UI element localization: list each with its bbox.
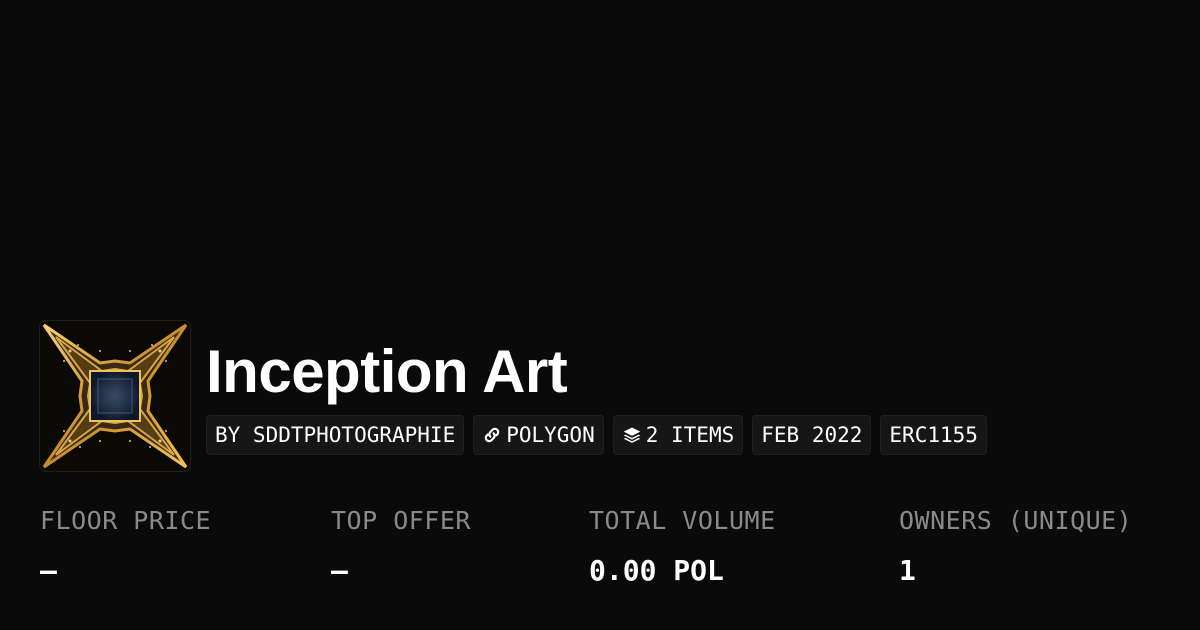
floor-price-value: – [40,554,57,587]
creator-tag[interactable]: BY SDDTPHOTOGRAPHIE [206,415,465,455]
owners-label: OWNERS (UNIQUE) [899,506,1133,535]
chain-tag[interactable]: POLYGON [473,415,604,455]
creator-label: BY SDDTPHOTOGRAPHIE [215,423,456,447]
date-tag: FEB 2022 [752,415,872,455]
stat-floor-price: FLOOR PRICE – [40,504,211,588]
collection-title: Inception Art [206,338,568,405]
total-volume-value: 0.00 POL [589,554,724,587]
collection-image-icon [40,321,190,471]
top-offer-label: TOP OFFER [331,506,471,535]
collection-tags: BY SDDTPHOTOGRAPHIE POLYGON 2 ITEMS FEB … [206,415,987,455]
top-offer-value: – [331,554,348,587]
items-label: 2 ITEMS [645,423,735,447]
owners-value: 1 [899,554,916,587]
stat-top-offer: TOP OFFER – [331,504,471,588]
stat-owners: OWNERS (UNIQUE) 1 [899,504,1132,588]
link-icon [482,425,502,445]
items-tag[interactable]: 2 ITEMS [612,415,744,455]
standard-tag: ERC1155 [880,415,987,455]
layers-icon [622,425,642,445]
total-volume-label: TOTAL VOLUME [589,506,776,535]
collection-avatar [40,321,190,471]
chain-label: POLYGON [506,423,595,447]
floor-price-label: FLOOR PRICE [40,506,212,535]
standard-label: ERC1155 [889,423,978,447]
date-label: FEB 2022 [761,423,863,447]
stat-total-volume: TOTAL VOLUME 0.00 POL [589,504,776,588]
